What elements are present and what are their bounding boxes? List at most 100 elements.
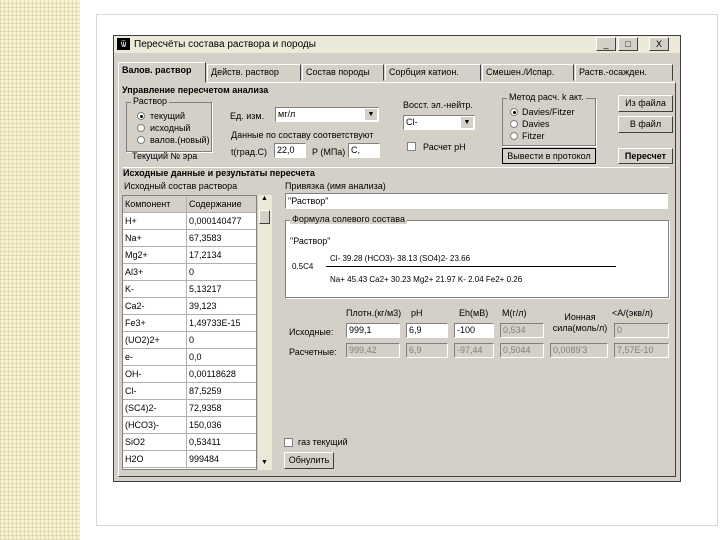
calc-m: 0,5044 <box>500 343 544 358</box>
component-cell[interactable]: Mg2+ <box>123 247 187 263</box>
content-cell[interactable]: 39,123 <box>187 298 256 314</box>
content-cell[interactable]: 72,9358 <box>187 400 256 416</box>
chevron-down-icon: ▼ <box>461 117 473 128</box>
radio-davies-label: Davies <box>522 119 550 129</box>
initial-density[interactable]: 999,1 <box>346 323 400 338</box>
content-cell[interactable]: 0 <box>187 332 256 348</box>
recalc-button[interactable]: Пересчет <box>618 148 673 164</box>
temperature-input[interactable]: 22,0 <box>274 143 306 158</box>
table-row[interactable]: (SC4)2- 72,9358 <box>123 400 256 417</box>
table-row[interactable]: Fe3+ 1,49733E-15 <box>123 315 256 332</box>
content-cell[interactable]: 1,49733E-15 <box>187 315 256 331</box>
content-cell[interactable]: 0,0 <box>187 349 256 365</box>
pressure-input[interactable]: C, <box>348 143 380 158</box>
radio-initial[interactable] <box>137 124 145 132</box>
param-header-eh: Eh(мВ) <box>459 308 489 318</box>
component-cell[interactable]: OH- <box>123 366 187 382</box>
grid-scrollbar[interactable]: ▲ ▼ <box>258 195 272 470</box>
component-cell[interactable]: Na+ <box>123 230 187 246</box>
table-row[interactable]: Na+ 67,3583 <box>123 230 256 247</box>
table-row[interactable]: (UO2)2+ 0 <box>123 332 256 349</box>
component-cell[interactable]: H+ <box>123 213 187 229</box>
tab-rock-composition[interactable]: Состав породы <box>302 64 384 81</box>
table-row[interactable]: Cl- 87,5259 <box>123 383 256 400</box>
radio-bulk-new-label: валов.(новый) <box>150 135 210 145</box>
scroll-down-icon[interactable]: ▼ <box>261 459 268 466</box>
table-row[interactable]: K- 5,13217 <box>123 281 256 298</box>
component-cell[interactable]: SiO2 <box>123 434 187 450</box>
content-cell[interactable]: 87,5259 <box>187 383 256 399</box>
content-cell[interactable]: 0 <box>187 264 256 280</box>
initial-eh[interactable]: -100 <box>454 323 494 338</box>
calc-ph-label: Расчет pH <box>423 142 466 152</box>
content-cell[interactable]: 0,53411 <box>187 434 256 450</box>
table-row[interactable]: H2O 999484 <box>123 451 256 468</box>
scroll-up-icon[interactable]: ▲ <box>261 195 268 202</box>
content-cell[interactable]: 17,2134 <box>187 247 256 263</box>
units-select[interactable]: мг/л ▼ <box>275 107 379 122</box>
to-file-button[interactable]: В файл <box>618 116 673 133</box>
table-row[interactable]: H+ 0,000140477 <box>123 213 256 230</box>
content-cell[interactable]: 67,3583 <box>187 230 256 246</box>
component-cell[interactable]: (UO2)2+ <box>123 332 187 348</box>
calculated-label: Расчетные: <box>289 347 337 357</box>
content-cell[interactable]: 999484 <box>187 451 256 467</box>
table-row[interactable]: (HCO3)- 150,036 <box>123 417 256 434</box>
component-cell[interactable]: e- <box>123 349 187 365</box>
component-cell[interactable]: Cl- <box>123 383 187 399</box>
tab-dissolve-precipitate[interactable]: Раств.-осажден. <box>575 64 673 81</box>
param-header-density: Плотн.(кг/м3) <box>346 308 402 318</box>
component-cell[interactable]: (HCO3)- <box>123 417 187 433</box>
tab-cation-sorption[interactable]: Сорбция катион. <box>385 64 481 81</box>
radio-current[interactable] <box>137 112 145 120</box>
initial-m: 0,534 <box>500 323 544 338</box>
table-row[interactable]: SiO2 0,53411 <box>123 434 256 451</box>
component-cell[interactable]: (SC4)2- <box>123 400 187 416</box>
table-row[interactable]: Mg2+ 17,2134 <box>123 247 256 264</box>
component-cell[interactable]: Fe3+ <box>123 315 187 331</box>
scroll-thumb[interactable] <box>259 210 270 224</box>
radio-bulk-new[interactable] <box>137 136 145 144</box>
tab-mix-evaporate[interactable]: Смешен./Испар. <box>482 64 574 81</box>
binding-label: Привязка (имя анализа) <box>285 181 386 191</box>
content-cell[interactable]: 150,036 <box>187 417 256 433</box>
to-protocol-button[interactable]: Вывести в протокол <box>502 148 596 164</box>
calc-ph-checkbox[interactable] <box>407 142 416 151</box>
grid-header-content: Содержание <box>187 196 256 212</box>
content-cell[interactable]: 0,00118628 <box>187 366 256 382</box>
table-row[interactable]: Al3+ 0 <box>123 264 256 281</box>
redox-value: Cl- <box>406 117 418 127</box>
radio-davies-fitzer[interactable] <box>510 108 518 116</box>
component-cell[interactable]: Al3+ <box>123 264 187 280</box>
content-cell[interactable]: 5,13217 <box>187 281 256 297</box>
tab-active-solution[interactable]: Действ. раствор <box>207 64 301 81</box>
initial-alk: 0 <box>614 323 669 338</box>
content-cell[interactable]: 0,000140477 <box>187 213 256 229</box>
radio-fitzer[interactable] <box>510 132 518 140</box>
from-file-button[interactable]: Из файла <box>618 95 673 112</box>
composition-grid[interactable]: Компонент Содержание H+ 0,000140477 Na+ 67,… <box>122 195 257 470</box>
calc-ionic-strength: 0,0089'3 <box>550 343 608 358</box>
tab-bulk-solution[interactable]: Валов. раствор <box>118 62 206 83</box>
gas-current-checkbox[interactable] <box>284 438 293 447</box>
component-cell[interactable]: H2O <box>123 451 187 467</box>
redox-select[interactable]: Cl- ▼ <box>403 115 475 130</box>
salt-formula-name: "Раствор" <box>290 236 331 246</box>
redox-label: Восст. эл.-нейтр. <box>403 100 473 110</box>
component-cell[interactable]: Ca2- <box>123 298 187 314</box>
maximize-button[interactable]: □ <box>618 37 638 51</box>
temperature-label: t(град.С) <box>231 147 268 157</box>
close-button[interactable]: X <box>649 37 669 51</box>
binding-input[interactable]: "Раствор" <box>285 193 668 209</box>
radio-davies[interactable] <box>510 120 518 128</box>
component-cell[interactable]: K- <box>123 281 187 297</box>
reset-button[interactable]: Обнулить <box>284 452 334 469</box>
table-row[interactable]: e- 0,0 <box>123 349 256 366</box>
table-row[interactable]: OH- 0,00118628 <box>123 366 256 383</box>
table-row[interactable]: Ca2- 39,123 <box>123 298 256 315</box>
app-window: ѿ Пересчёты состава раствора и породы _ … <box>113 35 681 482</box>
initial-ph[interactable]: 6,9 <box>406 323 448 338</box>
minimize-button[interactable]: _ <box>596 37 616 51</box>
chevron-down-icon: ▼ <box>365 109 377 120</box>
param-header-ionic-strength: Ионная сила(моль/л) <box>552 312 608 333</box>
